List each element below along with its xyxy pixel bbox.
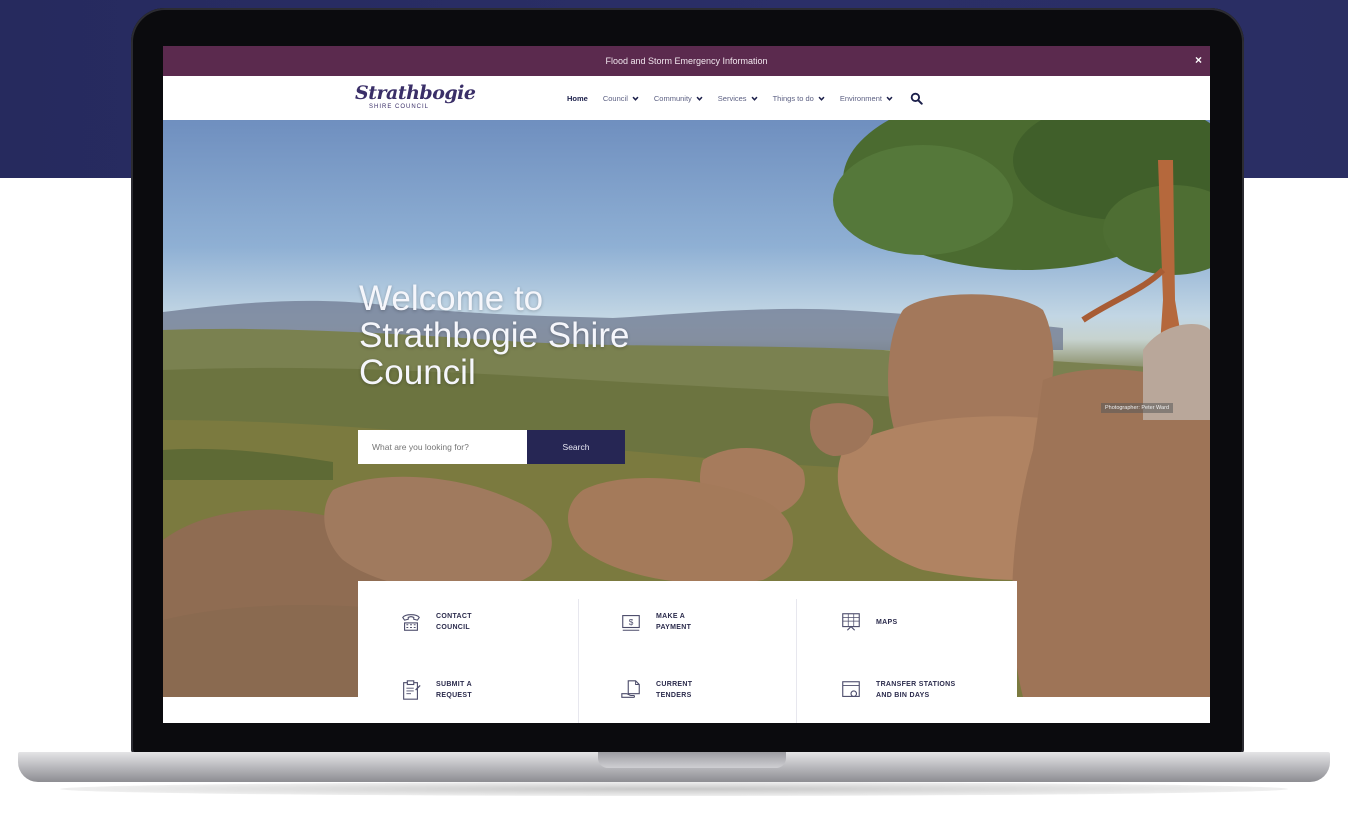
- quick-link-transfer-stations[interactable]: TRANSFER STATIONS AND BIN DAYS: [840, 679, 986, 701]
- document-hand-icon: [621, 680, 640, 698]
- quick-link-submit-request[interactable]: SUBMIT A REQUEST: [400, 679, 546, 701]
- quick-link-label: TRANSFER STATIONS AND BIN DAYS: [876, 681, 956, 699]
- chevron-down-icon: [886, 96, 893, 101]
- search-icon[interactable]: [910, 92, 923, 105]
- nav-item-label: Council: [602, 93, 628, 103]
- quick-links-card: CONTACT COUNCIL $ MAKE A PAYMENT MAPS SU…: [358, 581, 1017, 723]
- logo[interactable]: Strathbogie SHIRE COUNCIL: [355, 82, 476, 116]
- hero-title: Welcome to Strathbogie Shire Council: [359, 279, 630, 392]
- bin-icon: [842, 681, 860, 697]
- quick-link-label: MAPS: [876, 618, 898, 626]
- chevron-down-icon: [696, 96, 703, 101]
- photo-credit: Photographer: Peter Ward: [1101, 403, 1173, 413]
- close-icon[interactable]: ×: [1195, 53, 1202, 67]
- quick-link-label: CURRENT TENDERS: [656, 681, 693, 699]
- quick-links-divider: [578, 599, 579, 723]
- phone-icon: [402, 614, 420, 631]
- map-icon: [842, 613, 860, 631]
- nav-item-label: Services: [717, 93, 747, 103]
- nav-item-home[interactable]: Home: [567, 94, 588, 103]
- clipboard-icon: [403, 680, 421, 700]
- nav-item-things-to-do[interactable]: Things to do: [773, 94, 825, 103]
- emergency-alert-bar[interactable]: Flood and Storm Emergency Information ×: [163, 46, 1210, 76]
- chevron-down-icon: [818, 96, 825, 101]
- nav-menu: Home Council Community Services Things t…: [567, 76, 923, 120]
- chevron-down-icon: [632, 96, 639, 101]
- quick-link-label: MAKE A PAYMENT: [656, 613, 692, 631]
- nav-item-community[interactable]: Community: [654, 94, 703, 103]
- quick-links-divider: [796, 599, 797, 723]
- laptop-screen: Flood and Storm Emergency Information × …: [163, 46, 1210, 723]
- svg-text:$: $: [629, 618, 634, 627]
- nav-item-label: Environment: [839, 93, 882, 103]
- hero-search: Search: [358, 430, 625, 464]
- search-button[interactable]: Search: [527, 430, 625, 464]
- quick-link-make-payment[interactable]: $ MAKE A PAYMENT: [620, 611, 766, 633]
- search-input[interactable]: [358, 430, 527, 464]
- nav-item-label: Community: [653, 93, 692, 103]
- nav-item-label: Things to do: [772, 93, 814, 103]
- logo-name: Strathbogie: [355, 82, 476, 104]
- quick-link-contact-council[interactable]: CONTACT COUNCIL: [400, 611, 546, 633]
- laptop-notch: [598, 752, 786, 768]
- alert-text[interactable]: Flood and Storm Emergency Information: [605, 56, 767, 66]
- quick-link-label: CONTACT COUNCIL: [436, 613, 472, 631]
- quick-link-label: SUBMIT A REQUEST: [436, 681, 472, 699]
- nav-item-council[interactable]: Council: [603, 94, 639, 103]
- payment-icon: $: [622, 615, 640, 631]
- quick-link-current-tenders[interactable]: CURRENT TENDERS: [620, 679, 766, 701]
- nav-item-environment[interactable]: Environment: [840, 94, 893, 103]
- laptop-shadow: [60, 782, 1288, 796]
- nav-item-label: Home: [567, 93, 588, 103]
- chevron-down-icon: [751, 96, 758, 101]
- main-nav: Strathbogie SHIRE COUNCIL Home Council C…: [163, 76, 1210, 120]
- nav-item-services[interactable]: Services: [718, 94, 758, 103]
- logo-subtitle: SHIRE COUNCIL: [369, 104, 430, 110]
- quick-link-maps[interactable]: MAPS: [840, 611, 986, 633]
